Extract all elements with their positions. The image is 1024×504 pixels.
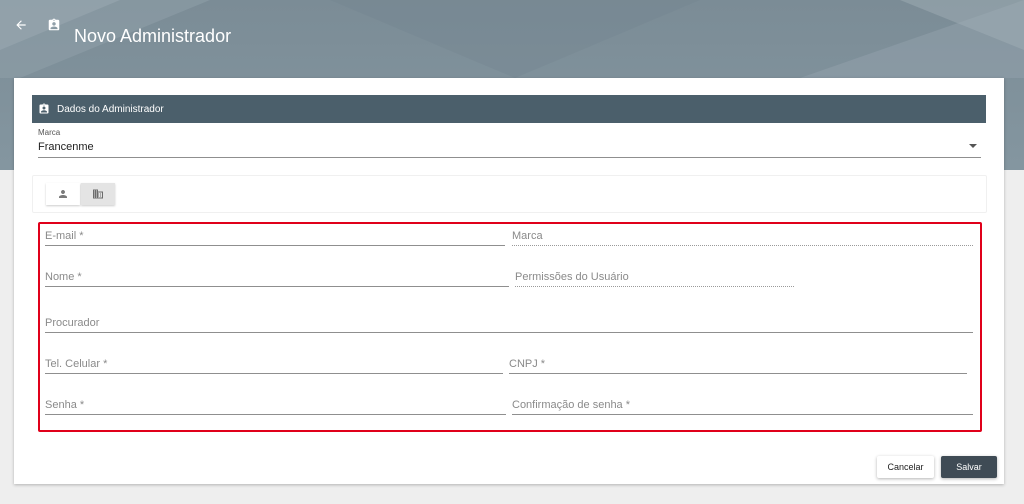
tab-company[interactable] [81,183,115,205]
tab-group [32,175,987,213]
caret-down-icon[interactable] [969,144,977,148]
brand-select-label: Marca [38,128,61,137]
save-button[interactable]: Salvar [941,456,997,478]
cancel-button[interactable]: Cancelar [877,456,934,478]
contact-badge-icon [38,103,52,115]
section-header: Dados do Administrador [32,95,986,123]
page-title: Novo Administrador [74,26,232,46]
back-button[interactable] [14,18,42,54]
arrow-left-icon [16,20,26,30]
contact-badge-icon [47,18,67,54]
highlight-frame [38,222,982,432]
building-icon [93,189,103,199]
form-card: Dados do Administrador Marca Francenme E… [14,78,1004,484]
person-icon [59,190,67,198]
tab-person[interactable] [46,183,80,205]
brand-select-value[interactable]: Francenme [38,141,94,153]
brand-select-underline [38,157,981,158]
section-title: Dados do Administrador [57,103,164,115]
